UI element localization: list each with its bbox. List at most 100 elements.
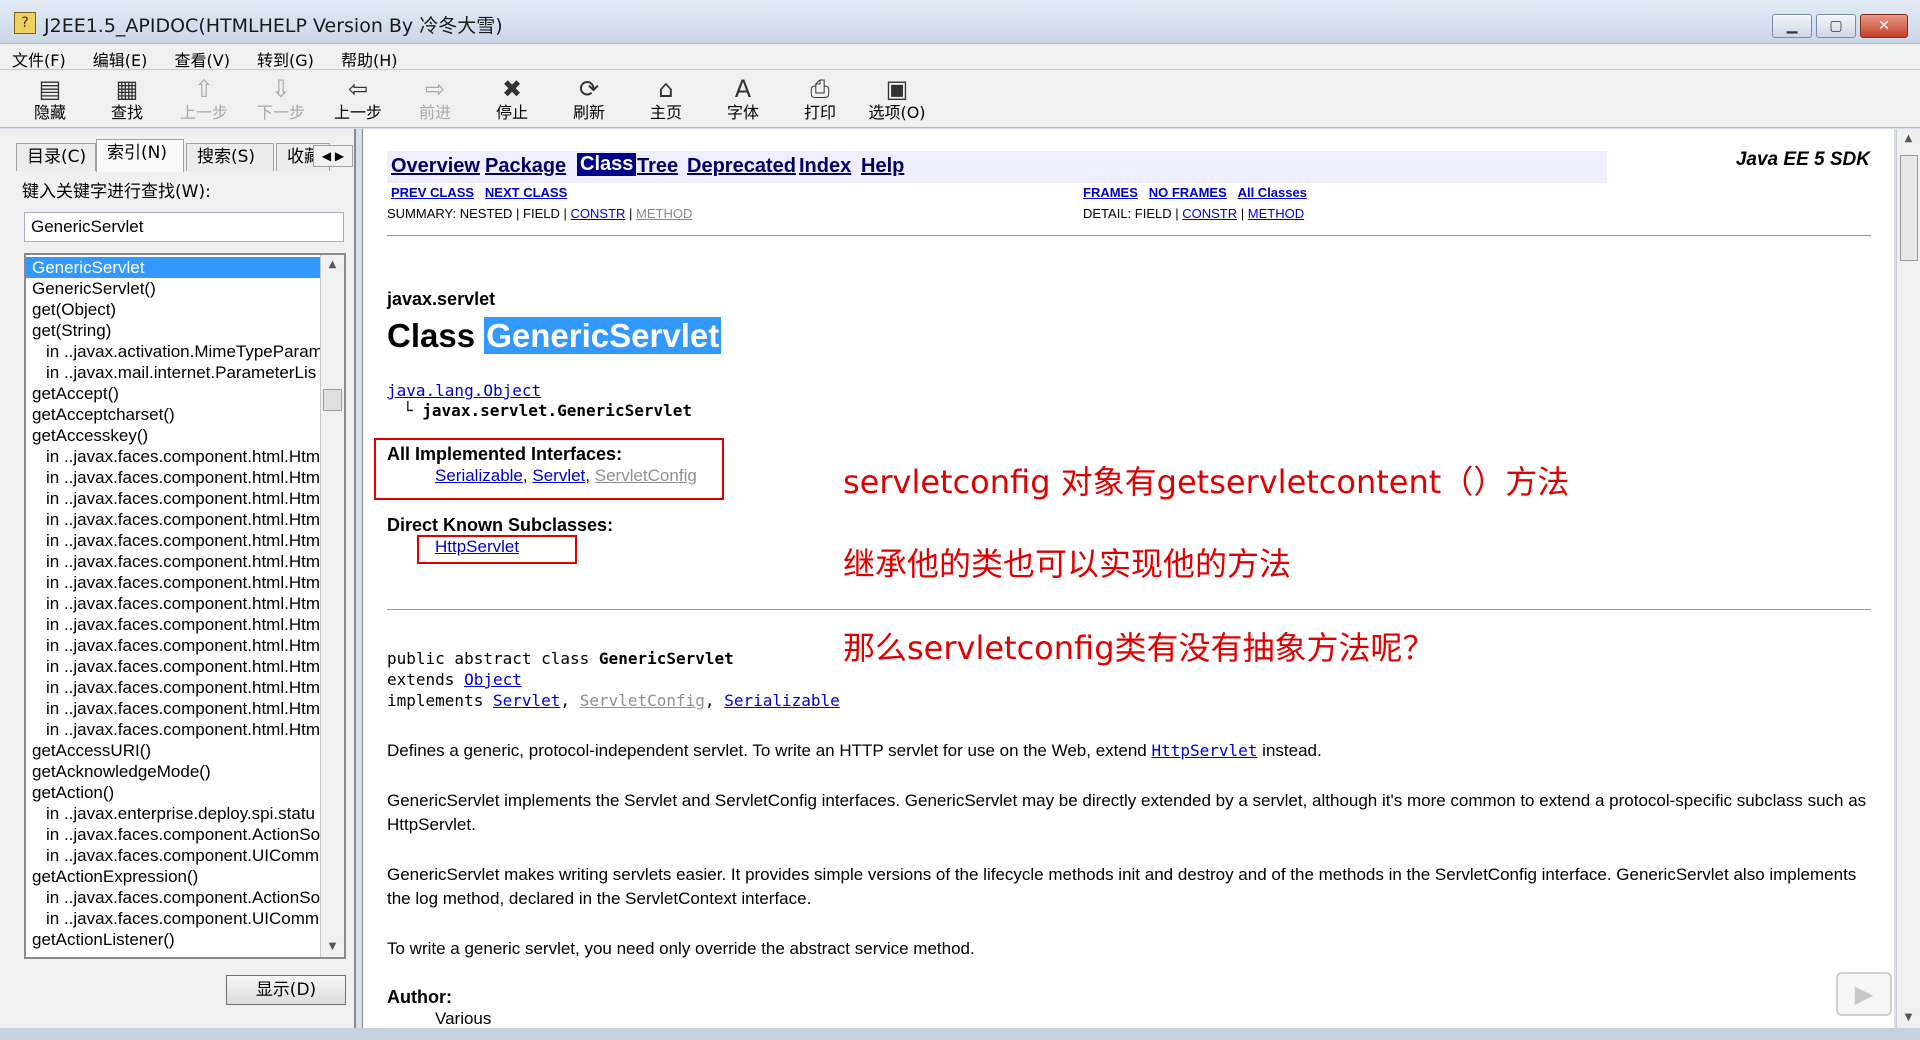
forward-button[interactable]: ⇨ 前进: [403, 74, 467, 126]
serializable-link[interactable]: Serializable: [435, 466, 523, 485]
stop-button[interactable]: ✖ 停止: [480, 74, 544, 126]
implements-serializable-link[interactable]: Serializable: [724, 691, 840, 710]
index-list-item[interactable]: in ..javax.faces.component.html.Htm: [26, 446, 320, 467]
servlet-link[interactable]: Servlet: [532, 466, 585, 485]
implements-servletconfig-link[interactable]: ServletConfig: [580, 691, 705, 710]
detail-constr-link[interactable]: CONSTR: [1182, 206, 1237, 221]
frames-row: FRAMES NO FRAMES All Classes: [1083, 185, 1307, 200]
scroll-up-arrow-icon[interactable]: ▲: [1897, 129, 1920, 149]
summary-constr-link[interactable]: CONSTR: [571, 206, 626, 221]
index-list-item[interactable]: in ..javax.faces.component.html.Htm: [26, 488, 320, 509]
tab-search[interactable]: 搜索(S): [186, 143, 274, 171]
index-list-item[interactable]: in ..javax.activation.MimeTypeParam: [26, 341, 320, 362]
next-class-link[interactable]: NEXT CLASS: [485, 185, 567, 200]
index-list-item[interactable]: get(Object): [26, 299, 320, 320]
index-list-item[interactable]: in ..javax.faces.component.html.Htm: [26, 614, 320, 635]
index-list-item[interactable]: get(String): [26, 320, 320, 341]
font-button[interactable]: A 字体: [711, 74, 775, 126]
find-button[interactable]: ▦ 查找: [95, 74, 159, 126]
index-list-item[interactable]: in ..javax.faces.component.html.Htm: [26, 467, 320, 488]
menu-help[interactable]: 帮助(H): [329, 44, 408, 71]
index-list-item[interactable]: in ..javax.faces.component.html.Htm: [26, 677, 320, 698]
index-list-item[interactable]: GenericServlet(): [26, 278, 320, 299]
index-list-item[interactable]: in ..javax.faces.component.html.Htm: [26, 719, 320, 740]
scroll-thumb[interactable]: [1900, 155, 1918, 261]
index-list-item[interactable]: in ..javax.faces.component.html.Htm: [26, 572, 320, 593]
document-scrollbar[interactable]: ▲ ▼: [1896, 129, 1920, 1028]
nav-help[interactable]: Help: [861, 155, 904, 178]
index-list-item[interactable]: in ..javax.faces.component.html.Htm: [26, 509, 320, 530]
index-list-item[interactable]: in ..javax.faces.component.html.Htm: [26, 530, 320, 551]
maximize-button[interactable]: ▢: [1816, 14, 1856, 38]
httpservlet-inline-link[interactable]: HttpServlet: [1151, 741, 1257, 760]
back-button[interactable]: ⇦ 上一步: [326, 74, 390, 126]
scroll-thumb[interactable]: [323, 389, 342, 411]
prev-topic-button[interactable]: ⇧ 上一步: [172, 74, 236, 126]
index-list[interactable]: GenericServlet GenericServlet() get(Object…: [24, 253, 346, 959]
all-classes-link[interactable]: All Classes: [1238, 185, 1307, 200]
scroll-down-arrow-icon[interactable]: ▼: [1897, 1008, 1920, 1028]
scroll-up-arrow-icon[interactable]: ▲: [321, 255, 344, 275]
hide-button[interactable]: ▤ 隐藏: [18, 74, 82, 126]
index-list-item[interactable]: GenericServlet: [26, 257, 320, 278]
frames-link[interactable]: FRAMES: [1083, 185, 1138, 200]
next-topic-button[interactable]: ⇩ 下一步: [249, 74, 313, 126]
tree-branch-icon: └: [403, 401, 413, 420]
index-list-item[interactable]: getAction(): [26, 782, 320, 803]
index-list-item[interactable]: getAcceptcharset(): [26, 404, 320, 425]
implemented-interfaces-list: Serializable, Servlet, ServletConfig: [435, 466, 697, 485]
object-link[interactable]: java.lang.Object: [387, 381, 541, 400]
index-list-item[interactable]: in ..javax.enterprise.deploy.spi.statu: [26, 803, 320, 824]
implements-servlet-link[interactable]: Servlet: [493, 691, 560, 710]
servletconfig-link[interactable]: ServletConfig: [595, 466, 697, 485]
refresh-button[interactable]: ⟳ 刷新: [557, 74, 621, 126]
hierarchy-root: java.lang.Object: [387, 381, 541, 400]
menu-view[interactable]: 查看(V): [163, 44, 240, 71]
index-list-item[interactable]: getAccept(): [26, 383, 320, 404]
index-list-item[interactable]: in ..javax.faces.component.html.Htm: [26, 698, 320, 719]
index-list-item[interactable]: in ..javax.faces.component.html.Htm: [26, 551, 320, 572]
index-list-item[interactable]: getActionListener(): [26, 929, 320, 950]
menu-goto[interactable]: 转到(G): [245, 44, 324, 71]
index-list-item[interactable]: in ..javax.faces.component.UIComm: [26, 908, 320, 929]
scroll-down-arrow-icon[interactable]: ▼: [321, 937, 344, 957]
options-button[interactable]: ▣ 选项(O): [865, 74, 929, 126]
display-button[interactable]: 显示(D): [226, 975, 346, 1005]
index-list-item[interactable]: getAccessURI(): [26, 740, 320, 761]
index-list-item[interactable]: getActionExpression(): [26, 866, 320, 887]
play-icon[interactable]: ▶: [1836, 972, 1892, 1016]
index-list-item[interactable]: in ..javax.mail.internet.ParameterLis: [26, 362, 320, 383]
index-list-item[interactable]: in ..javax.faces.component.html.Htm: [26, 593, 320, 614]
print-button[interactable]: ⎙ 打印: [788, 74, 852, 126]
menu-edit[interactable]: 编辑(E): [81, 44, 158, 71]
prev-class-link[interactable]: PREV CLASS: [391, 185, 474, 200]
extends-object-link[interactable]: Object: [464, 670, 522, 689]
nav-class: Class: [577, 153, 637, 176]
close-button[interactable]: ✕: [1860, 14, 1908, 38]
menu-file[interactable]: 文件(F): [0, 44, 76, 71]
nav-package[interactable]: Package: [485, 155, 566, 178]
nav-tree[interactable]: Tree: [637, 155, 678, 178]
tab-index[interactable]: 索引(N): [96, 139, 184, 172]
nav-index[interactable]: Index: [799, 155, 851, 178]
minimize-button[interactable]: ▁: [1772, 14, 1812, 38]
tab-scroll-arrows[interactable]: ◀ ▶: [313, 145, 353, 167]
index-list-item[interactable]: in ..javax.faces.component.ActionSo: [26, 824, 320, 845]
index-list-item[interactable]: in ..javax.faces.component.ActionSo: [26, 887, 320, 908]
home-button[interactable]: ⌂ 主页: [634, 74, 698, 126]
index-list-item[interactable]: in ..javax.faces.component.html.Htm: [26, 656, 320, 677]
detail-method-link[interactable]: METHOD: [1248, 206, 1304, 221]
httpservlet-link[interactable]: HttpServlet: [435, 537, 519, 556]
tab-contents[interactable]: 目录(C): [16, 143, 96, 171]
nav-deprecated[interactable]: Deprecated: [687, 155, 796, 178]
index-list-item[interactable]: in ..javax.faces.component.html.Htm: [26, 635, 320, 656]
keyword-input[interactable]: [24, 212, 344, 242]
no-frames-link[interactable]: NO FRAMES: [1149, 185, 1227, 200]
index-list-item[interactable]: in ..javax.faces.component.UIComm: [26, 845, 320, 866]
index-list-item[interactable]: getAccesskey(): [26, 425, 320, 446]
nav-overview[interactable]: Overview: [391, 155, 480, 178]
index-list-item[interactable]: getAcknowledgeMode(): [26, 761, 320, 782]
back-icon: ⇦: [347, 75, 369, 103]
index-list-scrollbar[interactable]: ▲ ▼: [320, 255, 344, 957]
refresh-icon: ⟳: [578, 75, 600, 103]
